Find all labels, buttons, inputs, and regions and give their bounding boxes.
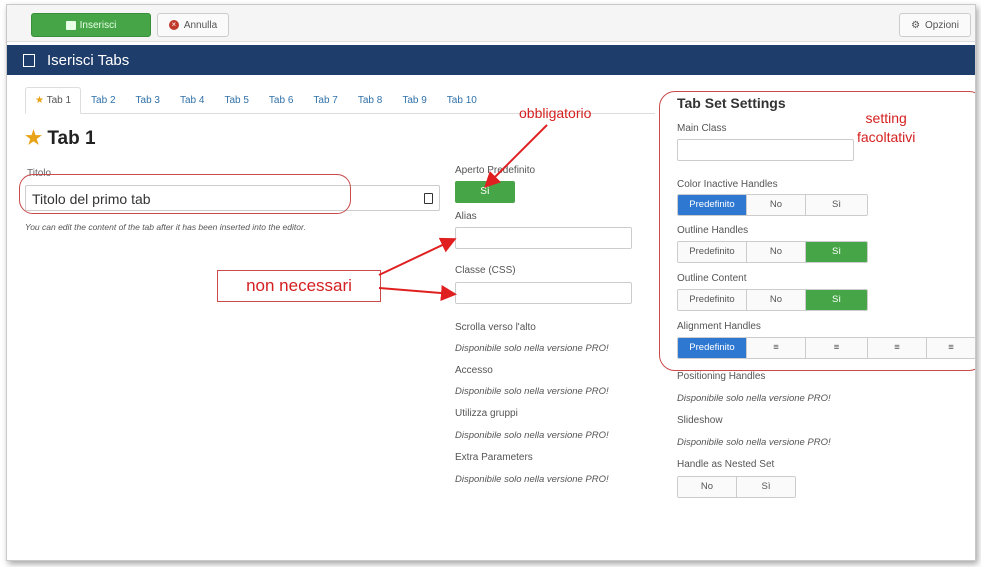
arrow-alias [378, 237, 457, 276]
window: Inserisci × Annulla ⚙ Opzioni Iserisci Tab… [6, 4, 976, 561]
arrow-class [378, 285, 457, 302]
annotation-arrows [378, 124, 548, 302]
arrow-required [484, 124, 548, 188]
